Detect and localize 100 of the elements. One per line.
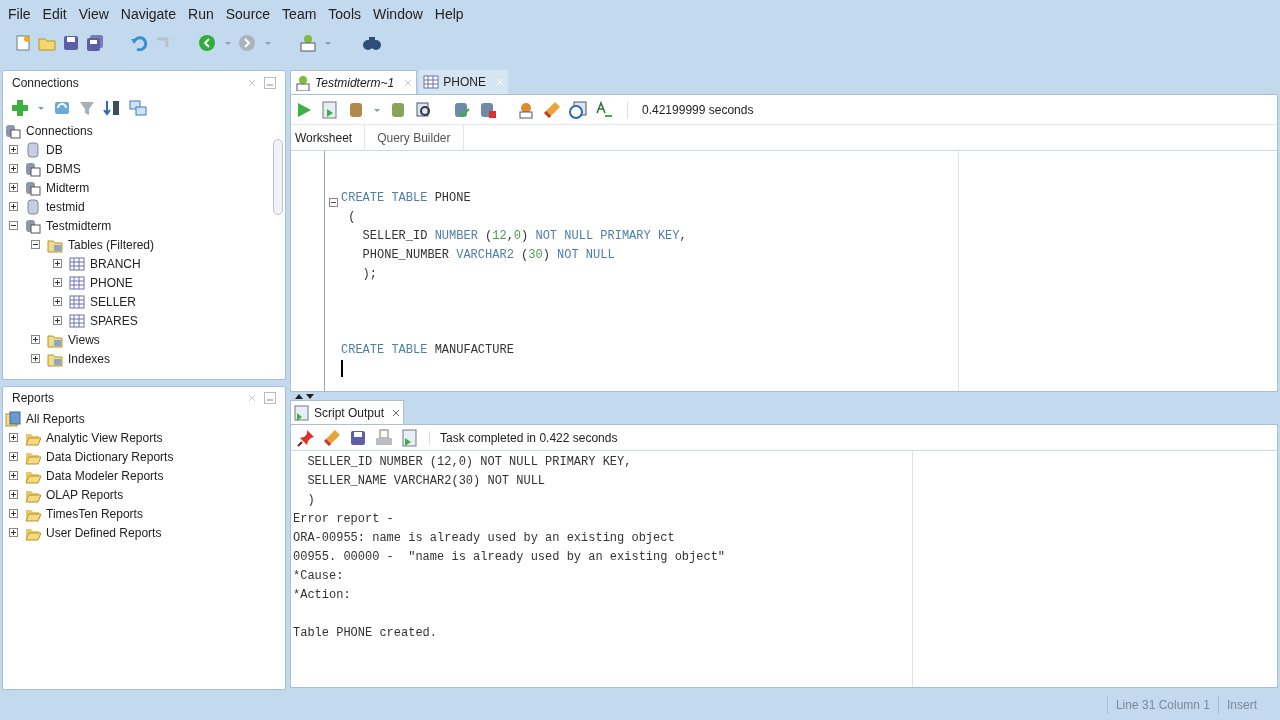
- output-line: SELLER_ID NUMBER (12,0) NOT NULL PRIMARY KEY,: [306, 455, 632, 469]
- reports-icon: [5, 410, 21, 427]
- code-line: CREATE TABLE PHONE: [341, 191, 471, 205]
- tree-item[interactable]: OLAP Reports: [46, 485, 124, 504]
- menu-item[interactable]: Help: [428, 3, 470, 25]
- save-all-icon[interactable]: [86, 34, 104, 52]
- tree-item[interactable]: Testmidterm: [46, 216, 112, 235]
- rollback-icon[interactable]: [479, 100, 497, 119]
- sql-worksheet-icon[interactable]: [298, 34, 318, 52]
- collapse-icon[interactable]: [31, 240, 40, 249]
- output-line: *Action:: [293, 588, 351, 602]
- table-icon: [69, 312, 85, 329]
- tree-item[interactable]: Indexes: [68, 349, 111, 368]
- tree-item[interactable]: Tables (Filtered): [68, 235, 155, 254]
- output-line: SELLER_NAME VARCHAR2(30) NOT NULL: [306, 474, 546, 488]
- expand-icon[interactable]: [9, 202, 18, 211]
- tree-item[interactable]: Data Dictionary Reports: [46, 447, 174, 466]
- expand-icon[interactable]: [53, 278, 62, 287]
- script-icon[interactable]: [401, 428, 419, 447]
- menu-item[interactable]: Run: [182, 3, 220, 25]
- collapse-icon[interactable]: [9, 221, 18, 230]
- collapse-icon[interactable]: [328, 198, 338, 207]
- table-icon: [69, 293, 85, 310]
- text-case-icon[interactable]: [595, 100, 613, 119]
- tree-item[interactable]: SPARES: [90, 311, 138, 330]
- tree-item[interactable]: Views: [68, 330, 100, 349]
- menu-item[interactable]: Source: [219, 3, 277, 25]
- task-status: Task completed in 0.422 seconds: [440, 429, 618, 447]
- code-line: SELLER_ID NUMBER (12,0) NOT NULL PRIMARY KEY,: [361, 229, 687, 243]
- tree-item[interactable]: PHONE: [90, 273, 133, 292]
- close-icon[interactable]: [392, 408, 401, 417]
- output-line: *Cause:: [293, 569, 344, 583]
- expand-icon[interactable]: [9, 452, 18, 461]
- save-icon[interactable]: [349, 428, 367, 447]
- expand-icon[interactable]: [31, 354, 40, 363]
- execution-time: 0.42199999 seconds: [642, 101, 754, 119]
- output-line: Error report -: [293, 512, 394, 526]
- eraser-icon[interactable]: [543, 100, 561, 119]
- connection-icon: [25, 217, 41, 234]
- tree-item[interactable]: User Defined Reports: [46, 523, 162, 542]
- output-line: ): [306, 493, 315, 507]
- expand-icon[interactable]: [9, 164, 18, 173]
- run-script-icon[interactable]: [321, 100, 339, 119]
- commit-icon[interactable]: [453, 100, 471, 119]
- tree-item[interactable]: Analytic View Reports: [46, 428, 163, 447]
- save-icon[interactable]: [62, 34, 80, 52]
- expand-icon[interactable]: [53, 316, 62, 325]
- run-icon[interactable]: [295, 100, 313, 119]
- add-icon[interactable]: [11, 99, 29, 117]
- menu-item[interactable]: View: [72, 3, 115, 25]
- connection-icon: [25, 160, 41, 177]
- insert-mode: Insert: [1218, 696, 1280, 714]
- worksheet-tab[interactable]: Worksheet: [291, 125, 366, 150]
- expand-icon[interactable]: [9, 528, 18, 537]
- menu-item[interactable]: Tools: [322, 3, 367, 25]
- expand-icon[interactable]: [53, 259, 62, 268]
- code-line: );: [361, 267, 377, 281]
- worksheet-tab[interactable]: Query Builder: [365, 125, 464, 150]
- expand-icon[interactable]: [9, 471, 18, 480]
- splitter-arrows-icon[interactable]: [294, 392, 316, 400]
- pin-icon[interactable]: [297, 428, 315, 447]
- cursor-position: Line 31 Column 1: [1106, 696, 1218, 714]
- tree-item[interactable]: BRANCH: [90, 254, 141, 273]
- editor-tab[interactable]: Testmidterm~1: [290, 70, 418, 94]
- menu-item[interactable]: Window: [367, 3, 429, 25]
- menu-item[interactable]: Team: [276, 3, 323, 25]
- panel-title: Reports: [12, 390, 55, 407]
- expand-icon[interactable]: [53, 297, 62, 306]
- tree-item[interactable]: DBMS: [46, 159, 81, 178]
- expand-icon[interactable]: [9, 433, 18, 442]
- tree-item[interactable]: SELLER: [90, 292, 137, 311]
- tree-item[interactable]: Midterm: [46, 178, 90, 197]
- expand-icon[interactable]: [9, 509, 18, 518]
- tree-item[interactable]: testmid: [46, 197, 85, 216]
- binoculars-icon[interactable]: [362, 34, 382, 52]
- expand-icon[interactable]: [9, 490, 18, 499]
- expand-icon[interactable]: [31, 335, 40, 344]
- expand-icon[interactable]: [9, 145, 18, 154]
- sql-worksheet-icon: [295, 74, 311, 91]
- back-icon[interactable]: [198, 34, 218, 52]
- sort-icon[interactable]: [103, 99, 121, 117]
- table-icon: [69, 274, 85, 291]
- tree-item[interactable]: TimesTen Reports: [46, 504, 143, 523]
- table-icon: [69, 255, 85, 272]
- output-line: 00955. 00000 - "name is already used by an existing object": [293, 550, 726, 564]
- connection-icon: [5, 122, 21, 139]
- tree-item[interactable]: All Reports: [26, 409, 85, 428]
- tree-item[interactable]: Connections: [26, 121, 93, 140]
- connection-icon: [25, 179, 41, 196]
- search-icon[interactable]: [415, 100, 433, 119]
- editor-tab[interactable]: PHONE: [419, 70, 508, 94]
- tree-item[interactable]: DB: [46, 140, 63, 159]
- text-cursor: [341, 360, 343, 377]
- output-tab[interactable]: Script Output: [290, 400, 405, 424]
- menu-item[interactable]: File: [2, 3, 37, 25]
- menu-item[interactable]: Edit: [36, 3, 73, 25]
- eraser-icon[interactable]: [323, 428, 341, 447]
- expand-icon[interactable]: [9, 183, 18, 192]
- menu-item[interactable]: Navigate: [114, 3, 183, 25]
- tree-item[interactable]: Data Modeler Reports: [46, 466, 164, 485]
